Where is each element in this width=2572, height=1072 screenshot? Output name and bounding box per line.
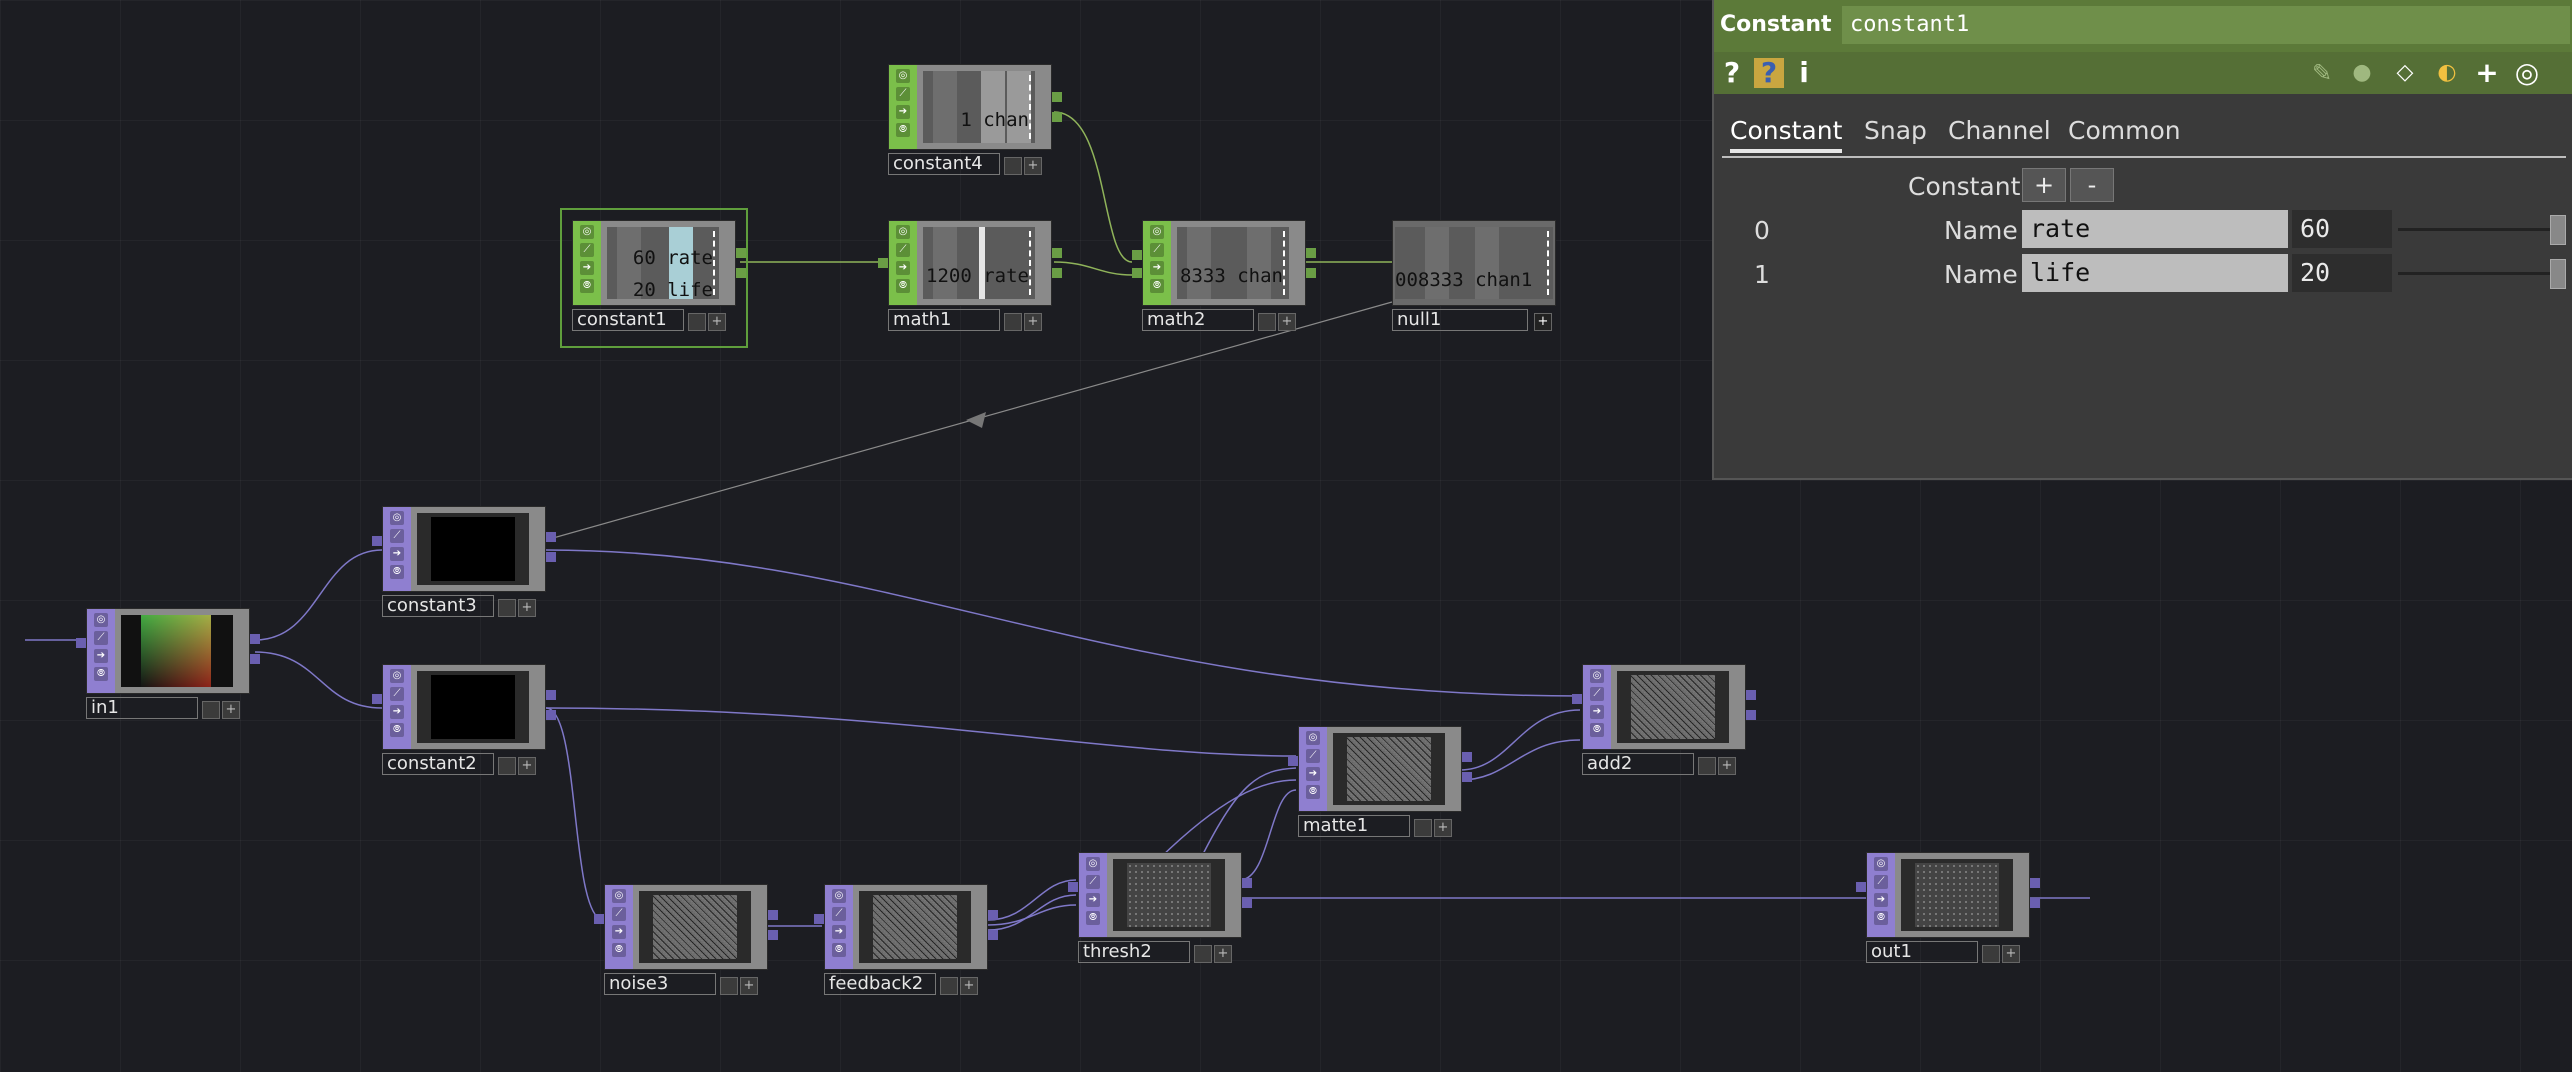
help-icon[interactable]: ?	[1720, 58, 1744, 88]
wire-constant2-matte1	[545, 707, 1297, 757]
operator-type: Constant	[1720, 12, 1832, 37]
node-label[interactable]: thresh2	[1078, 941, 1190, 963]
node-constant3[interactable]: ◎ ⟋ ➔ ⦾ constant3 +	[372, 506, 556, 622]
info-icon[interactable]: i	[1794, 58, 1814, 88]
parameter-tabs: Constant Snap Channel Common	[1722, 116, 2566, 158]
wire-thresh2-matte1	[1239, 789, 1297, 881]
param-label: Name	[1944, 260, 2018, 289]
node-label[interactable]: out1	[1866, 941, 1978, 963]
node-constant4[interactable]: ◎ ⟋ ➔ ⦾ 1 chan constant4 +	[888, 64, 1062, 180]
wire-in1-constant2	[254, 651, 383, 709]
node-label[interactable]: add2	[1582, 753, 1694, 775]
node-math2[interactable]: ◎ ⟋ ➔ ⦾ 8333 chan math2 +	[1132, 220, 1316, 336]
remove-param-button[interactable]: -	[2070, 168, 2114, 202]
panel-header: Constant constant1	[1714, 0, 2572, 52]
wire-matte1-add2	[1459, 709, 1581, 771]
param-index: 1	[1754, 260, 1770, 289]
channel-value: 1200 rate	[926, 265, 1029, 287]
tab-channel[interactable]: Channel	[1948, 116, 2051, 145]
channel-value: 8333 chan	[1180, 265, 1283, 287]
node-out1[interactable]: ◎ ⟋ ➔ ⦾ out1 +	[1856, 852, 2040, 968]
eraser-icon[interactable]: ◇	[2388, 58, 2422, 88]
node-label[interactable]: math1	[888, 309, 1000, 331]
param-name-field[interactable]: rate	[2022, 210, 2288, 248]
node-matte1[interactable]: ◎ ⟋ ➔ ⦾ matte1 +	[1288, 726, 1472, 842]
node-noise3[interactable]: ◎ ⟋ ➔ ⦾ noise3 +	[594, 884, 778, 1000]
param-name-field[interactable]: life	[2022, 254, 2288, 292]
node-label[interactable]: math2	[1142, 309, 1254, 331]
slider-handle[interactable]	[2550, 259, 2566, 289]
node-label[interactable]: constant1	[572, 309, 684, 331]
export-arrow-icon	[966, 412, 986, 428]
wire-math1-math2	[1053, 261, 1133, 276]
node-add2[interactable]: ◎ ⟋ ➔ ⦾ add2 +	[1572, 664, 1756, 780]
wire-constant3-add2	[545, 549, 1581, 697]
node-label[interactable]: constant4	[888, 153, 1000, 175]
python-icon[interactable]: ◐	[2430, 58, 2464, 88]
channel-value-life: 20 life	[632, 279, 713, 299]
tab-common[interactable]: Common	[2068, 116, 2181, 145]
node-thresh2[interactable]: ◎ ⟋ ➔ ⦾ thresh2 +	[1068, 852, 1252, 968]
pencil-icon[interactable]: ✎	[2308, 58, 2336, 88]
python-help-icon[interactable]: ?	[1754, 58, 1784, 88]
target-icon[interactable]: ◎	[2510, 58, 2544, 88]
param-slider[interactable]	[2398, 228, 2558, 231]
add-icon[interactable]: +	[2472, 58, 2502, 88]
node-label[interactable]: constant2	[382, 753, 494, 775]
tab-snap[interactable]: Snap	[1864, 116, 1927, 145]
operator-name-field[interactable]: constant1	[1842, 6, 2570, 44]
param-index: 0	[1754, 216, 1770, 245]
add-param-button[interactable]: +	[2022, 168, 2066, 202]
node-label[interactable]: matte1	[1298, 815, 1410, 837]
param-value-field[interactable]: 60	[2292, 210, 2392, 248]
param-label: Name	[1944, 216, 2018, 245]
node-feedback2[interactable]: ◎ ⟋ ➔ ⦾ feedback2 +	[814, 884, 998, 1000]
node-math1[interactable]: ◎ ⟋ ➔ ⦾ 1200 rate math1 +	[878, 220, 1062, 336]
node-label[interactable]: feedback2	[824, 973, 936, 995]
node-label[interactable]: noise3	[604, 973, 716, 995]
tab-constant[interactable]: Constant	[1730, 116, 1843, 153]
channel-value-rate: 60 rate	[632, 247, 713, 269]
section-label: Constant	[1908, 172, 2021, 201]
wire-constant2-noise3	[545, 707, 603, 921]
node-label[interactable]: in1	[86, 697, 198, 719]
node-label[interactable]: null1	[1392, 309, 1528, 331]
node-in1[interactable]: ◎ ⟋ ➔ ⦾ in1 +	[76, 608, 260, 724]
panel-toolbar: ? ? i ✎ ● ◇ ◐ + ◎	[1714, 52, 2572, 94]
wire-constant4-math2	[1053, 111, 1133, 263]
channel-value: 1 chan	[960, 109, 1029, 131]
parameter-panel: Constant constant1 ? ? i ✎ ● ◇ ◐ + ◎ Con…	[1712, 0, 2572, 480]
node-label[interactable]: constant3	[382, 595, 494, 617]
param-value-field[interactable]: 20	[2292, 254, 2392, 292]
node-constant1[interactable]: ◎ ⟋ ➔ ⦾ 60 rate 20 life constant1 +	[560, 208, 748, 348]
channel-value: 008333 chan1	[1395, 269, 1533, 291]
param-slider[interactable]	[2398, 272, 2558, 275]
comment-icon[interactable]: ●	[2344, 58, 2380, 88]
node-constant2[interactable]: ◎ ⟋ ➔ ⦾ constant2 +	[372, 664, 556, 780]
wire-in1-constant3	[254, 549, 383, 641]
slider-handle[interactable]	[2550, 215, 2566, 245]
node-null1[interactable]: 008333 chan1 null1 +	[1392, 220, 1556, 336]
